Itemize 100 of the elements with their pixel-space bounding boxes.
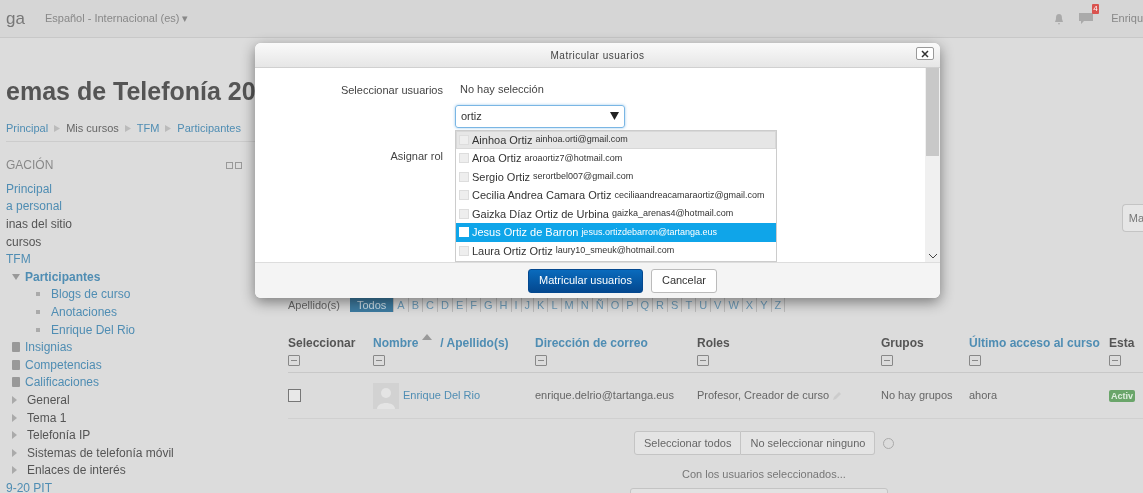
nav-link[interactable]: Competencias (25, 355, 102, 374)
nav-link[interactable]: Sistemas de telefonía móvil (27, 443, 174, 462)
suggestion-email: serortbel007@gmail.com (533, 170, 634, 183)
collapse-icon[interactable] (373, 355, 385, 366)
suggestion-name: Jesus Ortiz de Barron (472, 225, 579, 240)
nav-link[interactable]: Insignias (25, 338, 73, 357)
nav-link[interactable]: Tema 1 (27, 408, 67, 427)
suggestion-item[interactable]: Laura Ortiz Ortiz laury10_smeuk@hotmail.com (456, 241, 776, 260)
language-menu[interactable]: Español - Internacional (es) ▾ (44, 10, 189, 27)
tool-icon (12, 359, 20, 370)
column-header: Seleccionar (288, 335, 356, 352)
user-name-link[interactable]: Enrique Del Rio (403, 387, 481, 404)
suggestion-item[interactable]: Cecilia Andrea Camara Ortiz ceciliaandreacamaraortiz@gmail.com (456, 186, 776, 205)
nav-link[interactable]: Calificaciones (25, 373, 100, 392)
collapse-icon[interactable] (697, 355, 709, 366)
nav-link[interactable]: inas del sitio (6, 215, 73, 233)
suggestion-name: Sergio Ortiz (472, 169, 531, 185)
tool-icon (12, 342, 20, 353)
nav-link[interactable]: Enlaces de interés (27, 461, 126, 480)
separator-icon (124, 125, 131, 132)
avatar-icon (459, 208, 469, 219)
nav-link[interactable]: TFM (6, 250, 31, 269)
suggestion-email: jesus.ortizdebarron@tartanga.eus (581, 225, 718, 239)
suggestion-item[interactable]: Jesus Ortiz de Barron jesus.ortizdebarron@tartanga.eus (456, 223, 776, 242)
field-label: Seleccionar usuarios (339, 83, 443, 98)
user-menu[interactable]: Enriqu (1111, 10, 1143, 27)
site-brand[interactable]: ga (6, 5, 25, 32)
suggestion-item[interactable]: Ainhoa Ortiz ainhoa.orti@gmail.com (456, 130, 776, 149)
collapse-icon[interactable] (969, 355, 981, 366)
separator-icon (54, 125, 61, 132)
nav-link[interactable]: Principal (6, 179, 53, 198)
nav-link[interactable]: cursos (6, 232, 42, 251)
dialog-title: Matricular usuarios (550, 48, 645, 63)
nav-link[interactable]: Participantes (25, 267, 101, 286)
nav-link[interactable]: Anotaciones (51, 302, 118, 321)
status-badge: Activ (1109, 390, 1135, 403)
breadcrumb-link[interactable]: Mis cursos (66, 120, 119, 137)
collapse-icon[interactable] (1109, 355, 1121, 366)
field-label: Asignar rol (389, 148, 443, 164)
scroll-down-icon[interactable] (928, 254, 937, 259)
sort-icon (422, 334, 433, 340)
roles-text: Profesor, Creador de curso (697, 388, 830, 404)
suggestion-item[interactable]: Aroa Ortiz aroaortiz7@hotmail.com (456, 149, 776, 168)
avatar-icon (459, 190, 469, 201)
block-title: GACIÓN (6, 156, 54, 174)
nav-link[interactable]: 9-20 PIT (6, 478, 53, 493)
suggestion-name: Gaizka Díaz Ortiz de Urbina (472, 206, 609, 222)
filter-label: Apellido(s) (288, 297, 340, 313)
nav-link[interactable]: General (27, 390, 70, 409)
breadcrumb-link[interactable]: Principal (6, 120, 49, 137)
breadcrumb-link[interactable]: Participantes (177, 120, 241, 137)
collapse-icon[interactable] (881, 355, 893, 366)
suggestion-item[interactable]: Sergio Ortiz serortbel007@gmail.com (456, 167, 776, 186)
suggestion-email: aroaortiz7@hotmail.com (524, 151, 623, 165)
suggestion-email: gaizka_arenas4@hotmail.com (611, 207, 734, 220)
nav-link[interactable]: Enrique Del Rio (51, 320, 136, 339)
column-header: Roles (697, 335, 730, 352)
enrol-button[interactable]: Matricular usuarios (528, 268, 643, 293)
nav-link[interactable]: Blogs de curso (51, 285, 131, 304)
nav-link[interactable]: a personal (6, 197, 63, 216)
suggestion-name: Laura Ortiz Ortiz (472, 243, 553, 259)
bullet-icon (36, 327, 40, 332)
select-button[interactable]: Seleccionar todos (634, 431, 742, 455)
message-count: 4 (1092, 3, 1099, 14)
last-access-text: ahora (969, 389, 998, 402)
suggestion-email: laury10_smeuk@hotmail.com (555, 244, 675, 257)
suggestion-name: Aroa Ortiz (472, 151, 522, 166)
column-header[interactable]: Nombre (373, 334, 419, 352)
breadcrumb-link[interactable]: TFM (136, 120, 160, 137)
suggestion-item[interactable]: Gaizka Díaz Ortiz de Urbina gaizka_arenas4@hotmail.com (456, 204, 776, 223)
search-input[interactable]: ortiz (461, 107, 610, 125)
collapse-icon[interactable] (288, 355, 300, 366)
course-title: emas de Telefonía 20 (6, 76, 257, 106)
column-header: Esta (1109, 335, 1135, 352)
block-controls-icon[interactable] (226, 161, 242, 169)
selection-caption: Con los usuarios seleccionados... (682, 468, 846, 480)
column-header[interactable]: Último acceso al curso (969, 334, 1100, 352)
avatar-icon (459, 153, 469, 164)
select-button[interactable]: No seleccionar ninguno (741, 431, 876, 455)
chat-icon[interactable] (1079, 12, 1094, 25)
suggestion-email: ceciliaandreacamaraortiz@gmail.com (614, 188, 765, 202)
selection-text: No hay selección (460, 82, 545, 97)
row-checkbox[interactable] (288, 389, 301, 402)
column-header: Grupos (881, 335, 924, 352)
column-header[interactable]: Dirección de correo (535, 334, 648, 352)
nav-link[interactable]: Telefonía IP (27, 426, 91, 445)
tool-icon (12, 377, 20, 388)
collapse-icon[interactable] (535, 355, 547, 366)
dialog-scrollbar[interactable] (925, 68, 940, 262)
search-field[interactable]: ortiz (455, 104, 625, 128)
close-icon[interactable] (916, 47, 934, 60)
column-header[interactable]: / Apellido(s) (440, 334, 509, 352)
initial-filter[interactable]: Todos (349, 298, 395, 312)
avatar-icon (459, 171, 469, 182)
bell-icon[interactable] (1053, 12, 1066, 25)
dropdown-arrow-icon[interactable] (610, 112, 619, 120)
avatar-icon (459, 245, 469, 256)
suggestion-email: ainhoa.orti@gmail.com (535, 133, 628, 146)
avatar-icon (459, 227, 469, 238)
cancel-button[interactable]: Cancelar (650, 268, 717, 293)
